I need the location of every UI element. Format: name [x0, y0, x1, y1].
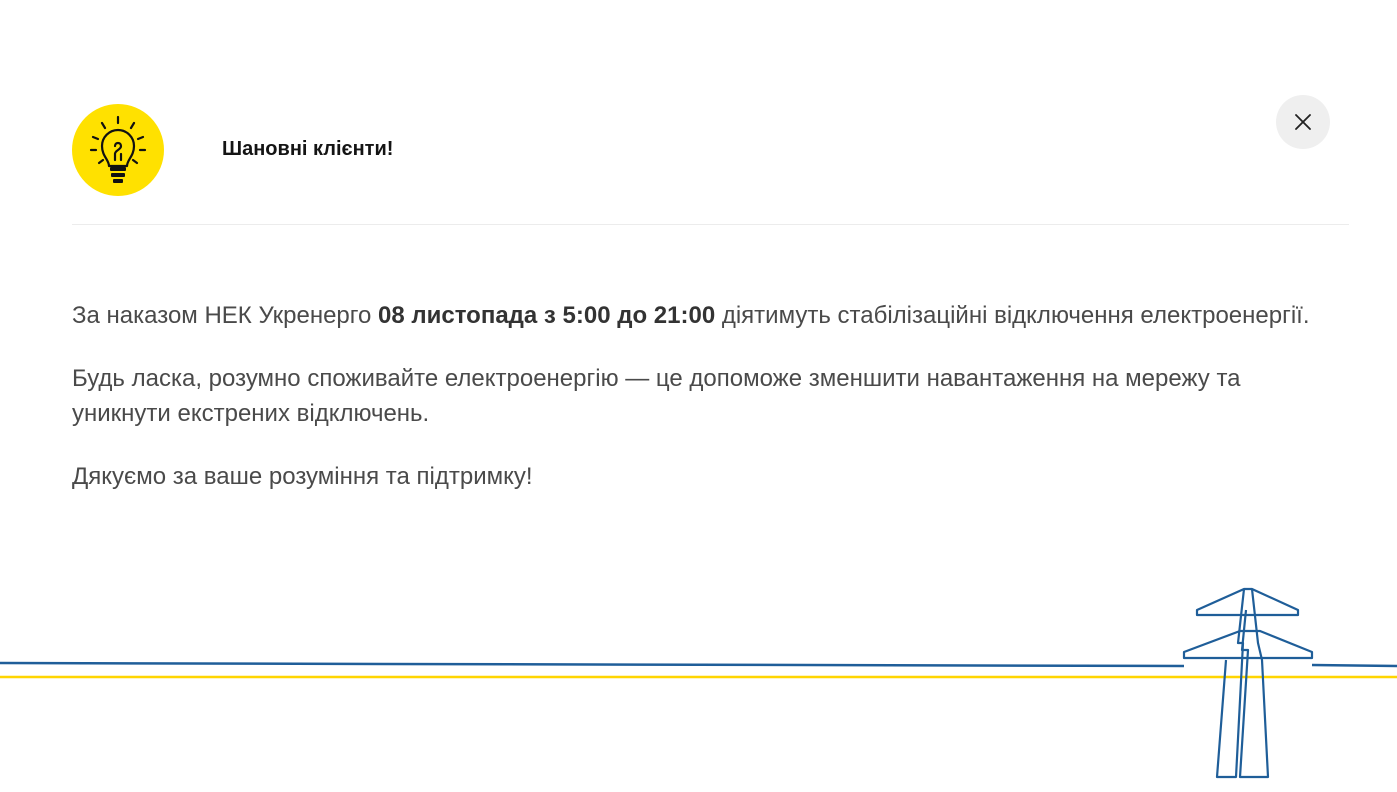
- modal-header: Шановні клієнти!: [72, 104, 1349, 196]
- message-paragraph-1: За наказом НЕК Укренерго 08 листопада з …: [72, 298, 1342, 333]
- message-p1-end: діятимуть стабілізаційні відключення еле…: [715, 302, 1310, 329]
- outage-date-time: 08 листопада з 5:00 до 21:00: [378, 302, 716, 329]
- power-tower-icon: [1182, 587, 1314, 779]
- close-button[interactable]: [1276, 95, 1330, 149]
- header-divider: [72, 224, 1349, 225]
- power-line-decoration: [0, 587, 1397, 779]
- message-p1-start: За наказом НЕК Укренерго: [72, 302, 379, 329]
- modal-title: Шановні клієнти!: [222, 138, 394, 160]
- message-body: За наказом НЕК Укренерго 08 листопада з …: [72, 298, 1342, 522]
- lightbulb-icon: [72, 104, 164, 196]
- close-icon: [1295, 114, 1311, 130]
- message-paragraph-3: Дякуємо за ваше розуміння та підтримку!: [72, 463, 533, 490]
- notification-modal: Шановні клієнти! За наказом НЕК Укренерг…: [0, 0, 1397, 792]
- message-paragraph-2: Будь ласка, розумно споживайте електроен…: [72, 365, 1241, 427]
